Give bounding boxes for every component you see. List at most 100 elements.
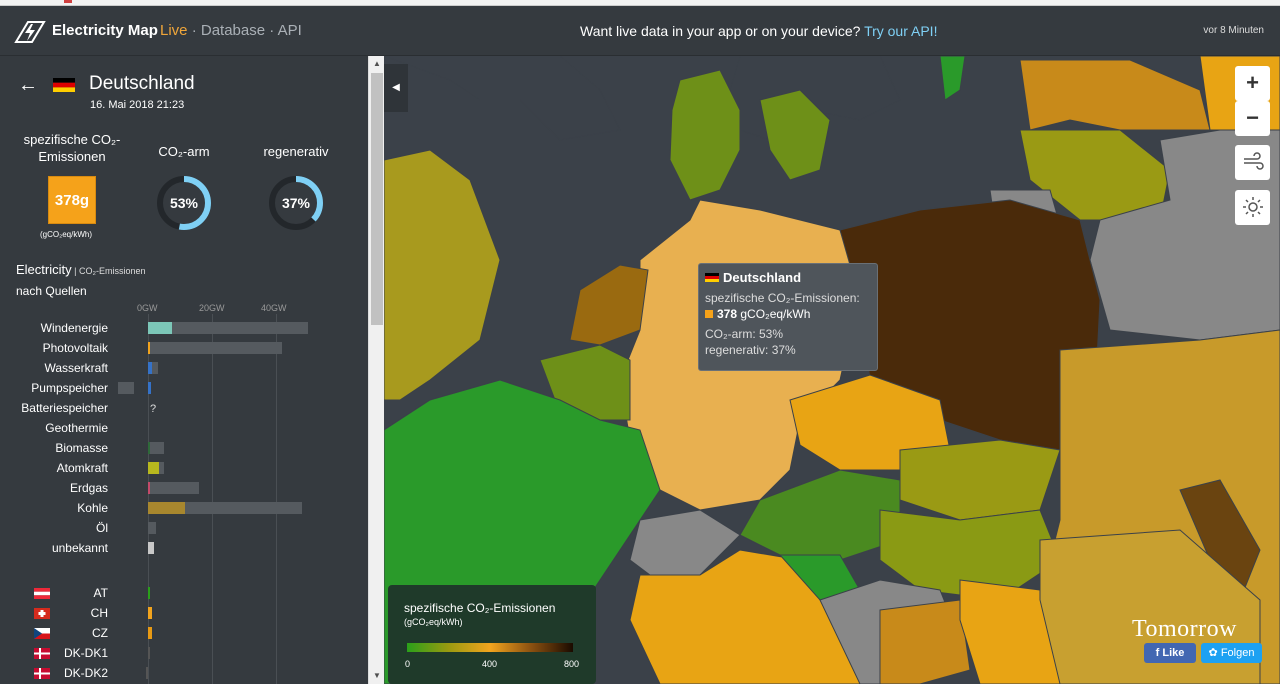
exchange-bar[interactable] <box>148 647 150 659</box>
api-promo: Want live data in your app or on your de… <box>580 23 937 39</box>
tooltip-unit: gCO₂eq/kWh <box>737 307 811 321</box>
solar-layer-toggle[interactable] <box>1235 190 1270 225</box>
section-subtitle: nach Quellen <box>16 284 87 298</box>
legend-gradient <box>407 643 573 652</box>
brand-name[interactable]: Electricity Map <box>52 22 158 39</box>
source-capacity-bar[interactable] <box>148 522 156 534</box>
co2-intensity-label: spezifische CO₂- Emissionen <box>23 132 121 164</box>
source-label: Kohle <box>77 501 108 515</box>
country-panel: ← Deutschland 16. Mai 2018 21:23 spezifi… <box>0 56 368 684</box>
source-production-bar[interactable] <box>148 502 185 514</box>
source-label: Erdgas <box>69 481 108 495</box>
exchange-bar[interactable] <box>148 627 152 639</box>
source-label: Pumpspeicher <box>31 381 108 395</box>
legend-title: spezifische CO₂-Emissionen <box>404 601 556 615</box>
gridline <box>212 314 213 684</box>
tomorrow-logo[interactable]: Tomorrow <box>1132 616 1237 643</box>
zoom-out-button[interactable]: − <box>1235 101 1270 136</box>
exchange-label: AT <box>93 586 108 600</box>
source-production-bar[interactable] <box>148 462 160 474</box>
region-bosnia <box>879 599 971 684</box>
flag-dk-dk1-icon <box>34 648 50 659</box>
api-promo-link[interactable]: Try our API! <box>864 23 937 39</box>
exchange-bar[interactable] <box>146 667 148 679</box>
last-updated: vor 8 Minuten <box>1203 25 1264 36</box>
scrollbar-thumb[interactable] <box>371 73 383 325</box>
source-production-bar[interactable] <box>148 342 150 354</box>
source-production-bar[interactable] <box>148 382 152 394</box>
source-production-bar[interactable] <box>148 542 155 554</box>
twitter-bird-icon: ✿ <box>1208 647 1221 659</box>
region-netherlands <box>569 264 649 346</box>
source-capacity-bar[interactable] <box>118 382 134 394</box>
source-capacity-bar[interactable] <box>148 342 283 354</box>
wind-icon <box>1243 152 1264 170</box>
wind-layer-toggle[interactable] <box>1235 145 1270 180</box>
twitter-follow-button[interactable]: ✿ Folgen <box>1201 643 1262 663</box>
legend-tick-400: 400 <box>482 659 498 669</box>
scroll-down-arrow-icon[interactable]: ▼ <box>369 668 385 684</box>
legend-tick-0: 0 <box>405 659 411 669</box>
region-baltic-orange <box>1019 59 1211 131</box>
region-norway <box>384 56 621 141</box>
source-label: Atomkraft <box>56 461 108 475</box>
flag-at-icon <box>34 588 50 599</box>
source-production-bar[interactable] <box>148 362 153 374</box>
sun-icon <box>1242 197 1263 217</box>
source-capacity-bar[interactable] <box>148 442 164 454</box>
source-label: Biomasse <box>55 441 108 455</box>
flag-ch-icon <box>34 608 50 619</box>
germany-flag-icon <box>705 273 719 282</box>
source-label: Öl <box>96 521 108 535</box>
country-name: Deutschland <box>89 73 195 94</box>
main-nav: Live · Database · API <box>160 22 302 39</box>
datetime: 16. Mai 2018 21:23 <box>90 99 185 111</box>
section-title: Electricity | CO₂-Emissionen <box>16 262 146 277</box>
lowcarbon-label: CO₂-arm <box>158 144 210 159</box>
facebook-like-button[interactable]: f Like <box>1144 643 1196 663</box>
region-dk1 <box>669 69 741 201</box>
region-slovakia <box>899 439 1061 521</box>
tooltip-lowcarbon: CO₂-arm: 53% <box>705 327 784 341</box>
exchange-label: CZ <box>92 626 108 640</box>
nav-live-link[interactable]: Live <box>160 22 188 39</box>
renewable-label: regenerativ <box>263 144 329 159</box>
electricity-map-logo-icon[interactable] <box>14 20 46 44</box>
tooltip-label: spezifische CO₂-Emissionen: <box>705 291 860 305</box>
api-promo-text: Want live data in your app or on your de… <box>580 23 865 39</box>
gridline <box>276 314 277 684</box>
battery-unknown-marker: ? <box>150 403 157 415</box>
collapse-panel-button[interactable]: ◀ <box>384 64 408 112</box>
source-capacity-bar[interactable] <box>148 482 200 494</box>
axis-tick-40: 40GW <box>261 303 287 313</box>
renewable-value: 37% <box>281 195 311 211</box>
flag-cz-icon <box>34 628 50 639</box>
source-production-bar[interactable] <box>148 442 150 454</box>
flag-dk-dk2-icon <box>34 668 50 679</box>
tooltip-value: 378 <box>717 307 738 321</box>
zoom-in-button[interactable]: + <box>1235 66 1270 101</box>
source-label: Photovoltaik <box>42 341 108 355</box>
source-production-bar[interactable] <box>148 482 151 494</box>
co2-legend: spezifische CO₂-Emissionen (gCO₂eq/kWh) … <box>388 585 596 684</box>
exchange-label: DK-DK1 <box>63 646 108 660</box>
exchange-label: DK-DK2 <box>63 666 108 680</box>
back-arrow-icon[interactable]: ← <box>18 74 38 97</box>
scroll-up-arrow-icon[interactable]: ▲ <box>369 56 385 72</box>
nav-database-api-links[interactable]: · Database · API <box>188 22 302 39</box>
map-tooltip: Deutschland spezifische CO₂-Emissionen: … <box>698 263 878 371</box>
region-uk <box>384 149 501 401</box>
axis-tick-0: 0GW <box>137 303 158 313</box>
source-label: Wasserkraft <box>44 361 108 375</box>
source-label: Geothermie <box>45 421 108 435</box>
source-capacity-bar[interactable] <box>148 322 308 334</box>
exchange-bar[interactable] <box>148 587 150 599</box>
region-finland-green <box>939 56 966 101</box>
panel-scrollbar[interactable]: ▲ ▼ <box>368 56 384 684</box>
source-label: Windenergie <box>40 321 108 335</box>
germany-flag-icon <box>53 78 75 92</box>
co2-unit: (gCO₂eq/kWh) <box>40 230 93 239</box>
exchange-bar[interactable] <box>148 607 153 619</box>
source-production-bar[interactable] <box>148 322 172 334</box>
tooltip-country: Deutschland <box>723 270 802 285</box>
